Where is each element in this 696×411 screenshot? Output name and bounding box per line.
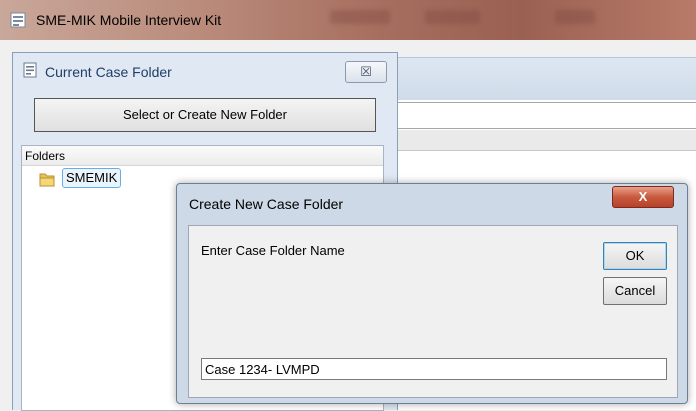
main-window-header-band <box>398 57 696 100</box>
main-window-field[interactable] <box>398 102 696 129</box>
case-folder-window-icon <box>23 62 37 78</box>
blurred-menu-text <box>555 10 595 24</box>
blurred-menu-text <box>330 10 390 24</box>
current-case-folder-title: Current Case Folder <box>45 64 172 80</box>
main-window-titlebar: SME-MIK Mobile Interview Kit <box>0 0 696 40</box>
folders-header: Folders <box>22 146 383 166</box>
create-new-case-folder-dialog: Create New Case Folder X Enter Case Fold… <box>176 183 688 404</box>
blurred-menu-text <box>425 10 480 24</box>
dialog-body: Enter Case Folder Name OK Cancel <box>188 225 678 398</box>
select-or-create-folder-button[interactable]: Select or Create New Folder <box>34 98 376 132</box>
close-icon[interactable]: ☒ <box>345 61 387 83</box>
cancel-button[interactable]: Cancel <box>603 277 667 305</box>
dialog-title: Create New Case Folder <box>189 196 344 212</box>
close-icon[interactable]: X <box>612 186 674 208</box>
app-icon <box>10 12 26 28</box>
case-folder-name-input[interactable] <box>201 358 667 380</box>
main-window-column-header <box>398 130 696 151</box>
ok-button[interactable]: OK <box>603 242 667 270</box>
folder-icon <box>39 173 55 187</box>
main-window-title: SME-MIK Mobile Interview Kit <box>36 12 222 28</box>
folder-item-smemik[interactable]: SMEMIK <box>62 168 122 188</box>
case-folder-name-prompt: Enter Case Folder Name <box>201 243 345 258</box>
